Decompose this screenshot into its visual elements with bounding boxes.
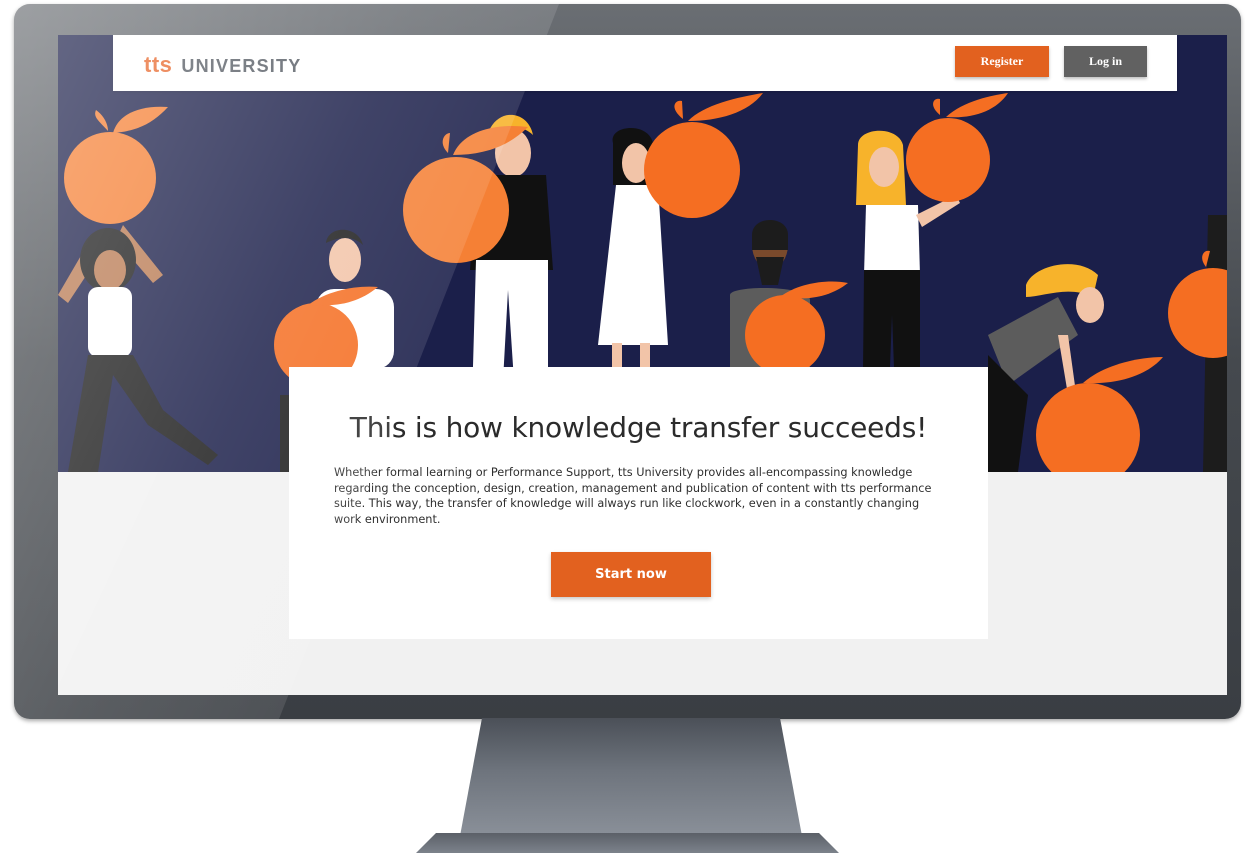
logo-brand: tts bbox=[144, 52, 173, 77]
person-5 bbox=[730, 220, 848, 385]
hero-description: Whether formal learning or Performance S… bbox=[334, 466, 932, 526]
monitor-stand-base bbox=[416, 833, 839, 853]
website-screen: tts UNIVERSITY Register Log in This is h… bbox=[58, 35, 1227, 695]
logo-university: UNIVERSITY bbox=[181, 56, 302, 76]
monitor-frame: tts UNIVERSITY Register Log in This is h… bbox=[14, 4, 1241, 719]
start-now-button[interactable]: Start now bbox=[551, 552, 711, 597]
site-header: tts UNIVERSITY Register Log in bbox=[113, 35, 1177, 91]
person-8 bbox=[1168, 215, 1227, 472]
hero-title: This is how knowledge transfer succeeds! bbox=[349, 411, 928, 444]
register-button[interactable]: Register bbox=[955, 46, 1049, 77]
monitor-stand-neck bbox=[460, 718, 802, 836]
person-7 bbox=[988, 264, 1163, 472]
site-logo[interactable]: tts UNIVERSITY bbox=[144, 52, 301, 78]
intro-card: This is how knowledge transfer succeeds!… bbox=[289, 367, 988, 639]
login-button[interactable]: Log in bbox=[1064, 46, 1147, 77]
person-1 bbox=[58, 106, 218, 472]
